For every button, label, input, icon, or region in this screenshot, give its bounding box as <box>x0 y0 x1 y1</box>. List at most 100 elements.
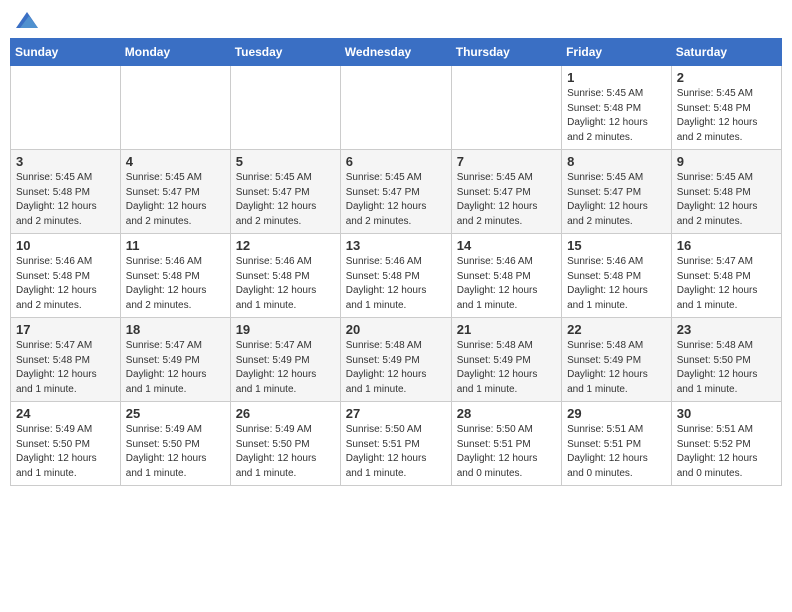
day-detail: Sunrise: 5:48 AM Sunset: 5:49 PM Dayligh… <box>567 339 666 397</box>
day-number: 4 <box>126 154 225 169</box>
calendar-week-row: 17 Sunrise: 5:47 AM Sunset: 5:48 PM Dayli… <box>11 318 782 402</box>
calendar-week-row: 10 Sunrise: 5:46 AM Sunset: 5:48 PM Dayli… <box>11 234 782 318</box>
day-detail: Sunrise: 5:45 AM Sunset: 5:47 PM Dayligh… <box>126 171 225 229</box>
day-detail: Sunrise: 5:45 AM Sunset: 5:47 PM Dayligh… <box>457 171 556 229</box>
calendar-cell: 1Sunrise: 5:45 AM Sunset: 5:48 PM Daylig… <box>562 66 672 150</box>
day-detail: Sunrise: 5:45 AM Sunset: 5:48 PM Dayligh… <box>16 171 115 229</box>
day-number: 5 <box>236 154 335 169</box>
calendar-cell: 13 Sunrise: 5:46 AM Sunset: 5:48 PM Dayli… <box>340 234 451 318</box>
day-detail: Sunrise: 5:45 AM Sunset: 5:47 PM Dayligh… <box>346 171 446 229</box>
day-number: 6 <box>346 154 446 169</box>
calendar-cell: 27 Sunrise: 5:50 AM Sunset: 5:51 PM Dayli… <box>340 402 451 486</box>
day-detail: Sunrise: 5:49 AM Sunset: 5:50 PM Dayligh… <box>16 423 115 481</box>
day-detail: Sunrise: 5:46 AM Sunset: 5:48 PM Dayligh… <box>346 255 446 313</box>
page-header <box>10 10 782 30</box>
calendar-header-saturday: Saturday <box>671 39 781 66</box>
day-detail: Sunrise: 5:47 AM Sunset: 5:48 PM Dayligh… <box>16 339 115 397</box>
calendar-cell <box>11 66 121 150</box>
calendar-cell: 8 Sunrise: 5:45 AM Sunset: 5:47 PM Daylig… <box>562 150 672 234</box>
calendar-cell: 16 Sunrise: 5:47 AM Sunset: 5:48 PM Dayli… <box>671 234 781 318</box>
calendar-cell: 19 Sunrise: 5:47 AM Sunset: 5:49 PM Dayli… <box>230 318 340 402</box>
logo-icon <box>16 10 38 30</box>
calendar-cell: 18Sunrise: 5:47 AM Sunset: 5:49 PM Dayli… <box>120 318 230 402</box>
day-number: 14 <box>457 238 556 253</box>
calendar-cell: 23 Sunrise: 5:48 AM Sunset: 5:50 PM Dayli… <box>671 318 781 402</box>
calendar-cell: 7 Sunrise: 5:45 AM Sunset: 5:47 PM Daylig… <box>451 150 561 234</box>
day-number: 27 <box>346 406 446 421</box>
calendar-cell: 17 Sunrise: 5:47 AM Sunset: 5:48 PM Dayli… <box>11 318 121 402</box>
calendar-cell: 29 Sunrise: 5:51 AM Sunset: 5:51 PM Dayli… <box>562 402 672 486</box>
day-number: 23 <box>677 322 776 337</box>
calendar-cell: 6 Sunrise: 5:45 AM Sunset: 5:47 PM Daylig… <box>340 150 451 234</box>
day-number: 26 <box>236 406 335 421</box>
day-detail: Sunrise: 5:46 AM Sunset: 5:48 PM Dayligh… <box>567 255 666 313</box>
calendar-cell: 9 Sunrise: 5:45 AM Sunset: 5:48 PM Daylig… <box>671 150 781 234</box>
calendar-cell: 22 Sunrise: 5:48 AM Sunset: 5:49 PM Dayli… <box>562 318 672 402</box>
calendar-cell: 30Sunrise: 5:51 AM Sunset: 5:52 PM Dayli… <box>671 402 781 486</box>
calendar-cell: 26 Sunrise: 5:49 AM Sunset: 5:50 PM Dayli… <box>230 402 340 486</box>
calendar-cell <box>230 66 340 150</box>
calendar-header-sunday: Sunday <box>11 39 121 66</box>
calendar-table: SundayMondayTuesdayWednesdayThursdayFrid… <box>10 38 782 486</box>
day-detail: Sunrise: 5:47 AM Sunset: 5:48 PM Dayligh… <box>677 255 776 313</box>
day-detail: Sunrise: 5:50 AM Sunset: 5:51 PM Dayligh… <box>346 423 446 481</box>
day-detail: Sunrise: 5:45 AM Sunset: 5:48 PM Dayligh… <box>677 87 776 145</box>
day-number: 13 <box>346 238 446 253</box>
day-detail: Sunrise: 5:47 AM Sunset: 5:49 PM Dayligh… <box>236 339 335 397</box>
day-number: 30 <box>677 406 776 421</box>
day-number: 11 <box>126 238 225 253</box>
day-detail: Sunrise: 5:48 AM Sunset: 5:50 PM Dayligh… <box>677 339 776 397</box>
day-detail: Sunrise: 5:48 AM Sunset: 5:49 PM Dayligh… <box>457 339 556 397</box>
day-detail: Sunrise: 5:46 AM Sunset: 5:48 PM Dayligh… <box>457 255 556 313</box>
day-number: 15 <box>567 238 666 253</box>
day-number: 21 <box>457 322 556 337</box>
calendar-header-friday: Friday <box>562 39 672 66</box>
calendar-cell: 14 Sunrise: 5:46 AM Sunset: 5:48 PM Dayli… <box>451 234 561 318</box>
day-number: 8 <box>567 154 666 169</box>
calendar-cell <box>120 66 230 150</box>
day-detail: Sunrise: 5:50 AM Sunset: 5:51 PM Dayligh… <box>457 423 556 481</box>
day-number: 20 <box>346 322 446 337</box>
calendar-cell: 10Sunrise: 5:46 AM Sunset: 5:48 PM Dayli… <box>11 234 121 318</box>
calendar-header-monday: Monday <box>120 39 230 66</box>
day-detail: Sunrise: 5:45 AM Sunset: 5:47 PM Dayligh… <box>567 171 666 229</box>
day-number: 28 <box>457 406 556 421</box>
calendar-header-tuesday: Tuesday <box>230 39 340 66</box>
calendar-cell <box>451 66 561 150</box>
day-number: 19 <box>236 322 335 337</box>
day-number: 29 <box>567 406 666 421</box>
day-detail: Sunrise: 5:51 AM Sunset: 5:51 PM Dayligh… <box>567 423 666 481</box>
day-number: 22 <box>567 322 666 337</box>
calendar-cell: 25Sunrise: 5:49 AM Sunset: 5:50 PM Dayli… <box>120 402 230 486</box>
calendar-week-row: 1 Sunrise: 5:45 AM Sunset: 5:48 PM Daylig… <box>11 66 782 150</box>
calendar-week-row: 24Sunrise: 5:49 AM Sunset: 5:50 PM Dayli… <box>11 402 782 486</box>
calendar-cell <box>340 66 451 150</box>
day-number: 9 <box>677 154 776 169</box>
day-detail: Sunrise: 5:46 AM Sunset: 5:48 PM Dayligh… <box>126 255 225 313</box>
day-detail: Sunrise: 5:49 AM Sunset: 5:50 PM Dayligh… <box>236 423 335 481</box>
calendar-cell: 21 Sunrise: 5:48 AM Sunset: 5:49 PM Dayli… <box>451 318 561 402</box>
calendar-cell: 11 Sunrise: 5:46 AM Sunset: 5:48 PM Dayli… <box>120 234 230 318</box>
day-number: 16 <box>677 238 776 253</box>
day-number: 3 <box>16 154 115 169</box>
calendar-header-wednesday: Wednesday <box>340 39 451 66</box>
calendar-cell: 28 Sunrise: 5:50 AM Sunset: 5:51 PM Dayli… <box>451 402 561 486</box>
day-detail: Sunrise: 5:45 AM Sunset: 5:48 PM Dayligh… <box>677 171 776 229</box>
day-number: 1 <box>567 70 666 85</box>
calendar-cell: 20 Sunrise: 5:48 AM Sunset: 5:49 PM Dayli… <box>340 318 451 402</box>
day-number: 17 <box>16 322 115 337</box>
day-number: 7 <box>457 154 556 169</box>
day-detail: Sunrise: 5:45 AM Sunset: 5:47 PM Dayligh… <box>236 171 335 229</box>
calendar-cell: 12Sunrise: 5:46 AM Sunset: 5:48 PM Dayli… <box>230 234 340 318</box>
day-number: 10 <box>16 238 115 253</box>
day-detail: Sunrise: 5:47 AM Sunset: 5:49 PM Dayligh… <box>126 339 225 397</box>
calendar-cell: 3 Sunrise: 5:45 AM Sunset: 5:48 PM Daylig… <box>11 150 121 234</box>
day-detail: Sunrise: 5:48 AM Sunset: 5:49 PM Dayligh… <box>346 339 446 397</box>
calendar-header-row: SundayMondayTuesdayWednesdayThursdayFrid… <box>11 39 782 66</box>
day-number: 2 <box>677 70 776 85</box>
calendar-cell: 24Sunrise: 5:49 AM Sunset: 5:50 PM Dayli… <box>11 402 121 486</box>
calendar-cell: 4 Sunrise: 5:45 AM Sunset: 5:47 PM Daylig… <box>120 150 230 234</box>
logo <box>14 10 38 30</box>
calendar-cell: 5 Sunrise: 5:45 AM Sunset: 5:47 PM Daylig… <box>230 150 340 234</box>
calendar-week-row: 3 Sunrise: 5:45 AM Sunset: 5:48 PM Daylig… <box>11 150 782 234</box>
